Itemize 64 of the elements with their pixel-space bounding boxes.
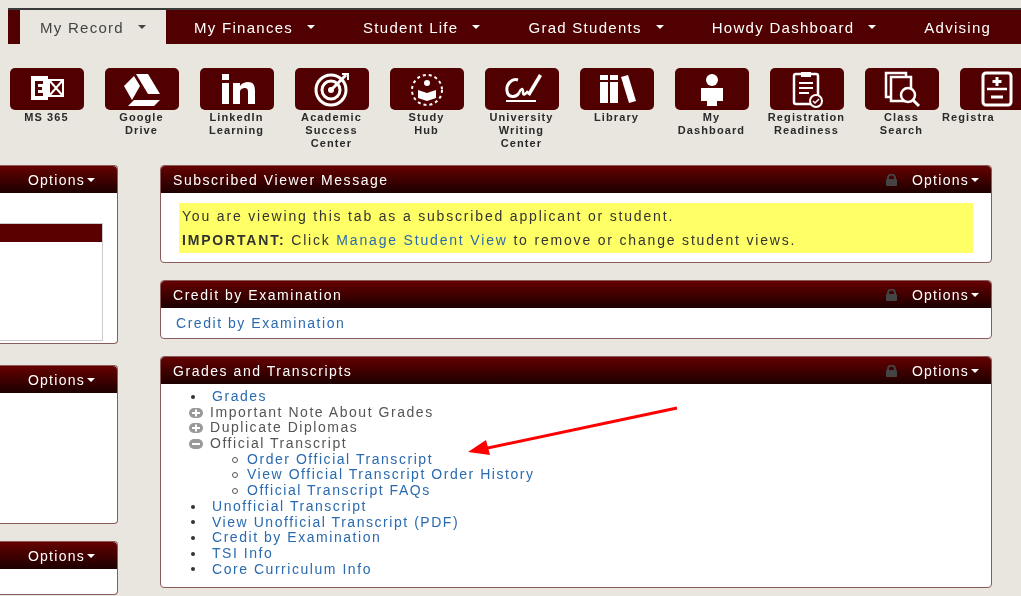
bullet-icon	[191, 394, 195, 399]
nav-tab[interactable]: My Finances	[174, 10, 336, 44]
tree-link[interactable]: Credit by Examination	[212, 530, 382, 546]
tree-link[interactable]: TSI Info	[212, 545, 274, 562]
tree-link[interactable]: Order Official Transcript	[247, 451, 434, 468]
launcher-link[interactable]: Class Search	[879, 111, 924, 137]
launcher-link[interactable]: University Writing Center	[489, 111, 554, 150]
options-menu[interactable]: Options	[911, 286, 979, 303]
nav-tab[interactable]: Advising	[904, 10, 1012, 44]
caret-icon	[971, 292, 979, 297]
panel-link[interactable]: Credit by Examination	[176, 315, 346, 331]
pen-icon[interactable]	[484, 68, 559, 110]
panel-title: Credit by Examination	[173, 286, 343, 303]
person-icon[interactable]	[674, 68, 749, 110]
notice-text: IMPORTANT: Click Manage Student View to remove or change student views.	[182, 231, 798, 250]
launcher-link[interactable]: Registra	[942, 111, 995, 124]
tree-link[interactable]: Unofficial Transcript	[212, 498, 368, 515]
section-toggle[interactable]: Important Note About Grades	[210, 404, 434, 421]
launcher-link[interactable]: MS 365	[24, 111, 69, 124]
section-toggle[interactable]: Duplicate Diplomas	[210, 420, 359, 437]
envelope-icon[interactable]	[9, 68, 84, 110]
panel-title: Subscribed Viewer Message	[173, 171, 389, 188]
launcher-link[interactable]: Academic Success Center	[301, 111, 362, 150]
books-icon[interactable]	[579, 68, 654, 110]
in-icon[interactable]	[199, 68, 274, 110]
expand-icon[interactable]	[189, 407, 203, 418]
magnifier-icon[interactable]	[864, 68, 939, 110]
launcher-link[interactable]: Registration Readiness	[767, 111, 846, 137]
calculator-icon[interactable]	[959, 68, 1021, 110]
nav-tab[interactable]: Student Life	[343, 10, 501, 44]
notice-text: You are viewing this tab as a subscribed applicant or student.	[182, 207, 676, 226]
tree-link[interactable]: Grades	[212, 389, 268, 405]
nav-tab[interactable]: Grad Students	[508, 10, 684, 44]
collapse-icon[interactable]	[189, 438, 203, 449]
launcher-link[interactable]: Study Hub	[408, 111, 445, 137]
options-menu[interactable]: Options	[911, 362, 979, 379]
bullet-icon	[191, 551, 195, 556]
caret-icon	[87, 377, 95, 382]
caret-icon	[87, 553, 95, 558]
bullet-icon	[191, 567, 195, 572]
caret-icon	[87, 177, 95, 182]
bullet-icon	[191, 504, 195, 509]
launcher-link[interactable]: My Dashboard	[677, 111, 746, 137]
expand-icon[interactable]	[189, 423, 203, 434]
nav-tab[interactable]: Howdy Dashboard	[691, 10, 897, 44]
launcher-link[interactable]: LinkedIn Learning	[208, 111, 265, 137]
clipboard-icon[interactable]	[769, 68, 844, 110]
options-menu[interactable]: Options	[911, 171, 979, 188]
tree-link[interactable]: View Official Transcript Order History	[247, 467, 535, 484]
tree-link[interactable]: Core Curriculum Info	[212, 561, 372, 578]
target-icon[interactable]	[294, 68, 369, 110]
reader-icon[interactable]	[389, 68, 464, 110]
manage-view-link[interactable]: Manage Student View	[336, 232, 508, 248]
bullet-icon	[191, 536, 195, 541]
caret-icon	[971, 368, 979, 373]
launcher-link[interactable]: Library	[594, 111, 639, 124]
caret-icon	[971, 177, 979, 182]
tree-link[interactable]: View Unofficial Transcript (PDF)	[212, 514, 460, 531]
launcher-link[interactable]: Google Drive	[119, 111, 164, 137]
bullet-icon	[191, 520, 195, 525]
tree-link[interactable]: Official Transcript FAQs	[247, 483, 431, 499]
section-toggle[interactable]: Official Transcript	[210, 436, 348, 452]
panel-title: Grades and Transcripts	[173, 362, 353, 379]
nav-tab[interactable]: My Record	[20, 10, 166, 44]
